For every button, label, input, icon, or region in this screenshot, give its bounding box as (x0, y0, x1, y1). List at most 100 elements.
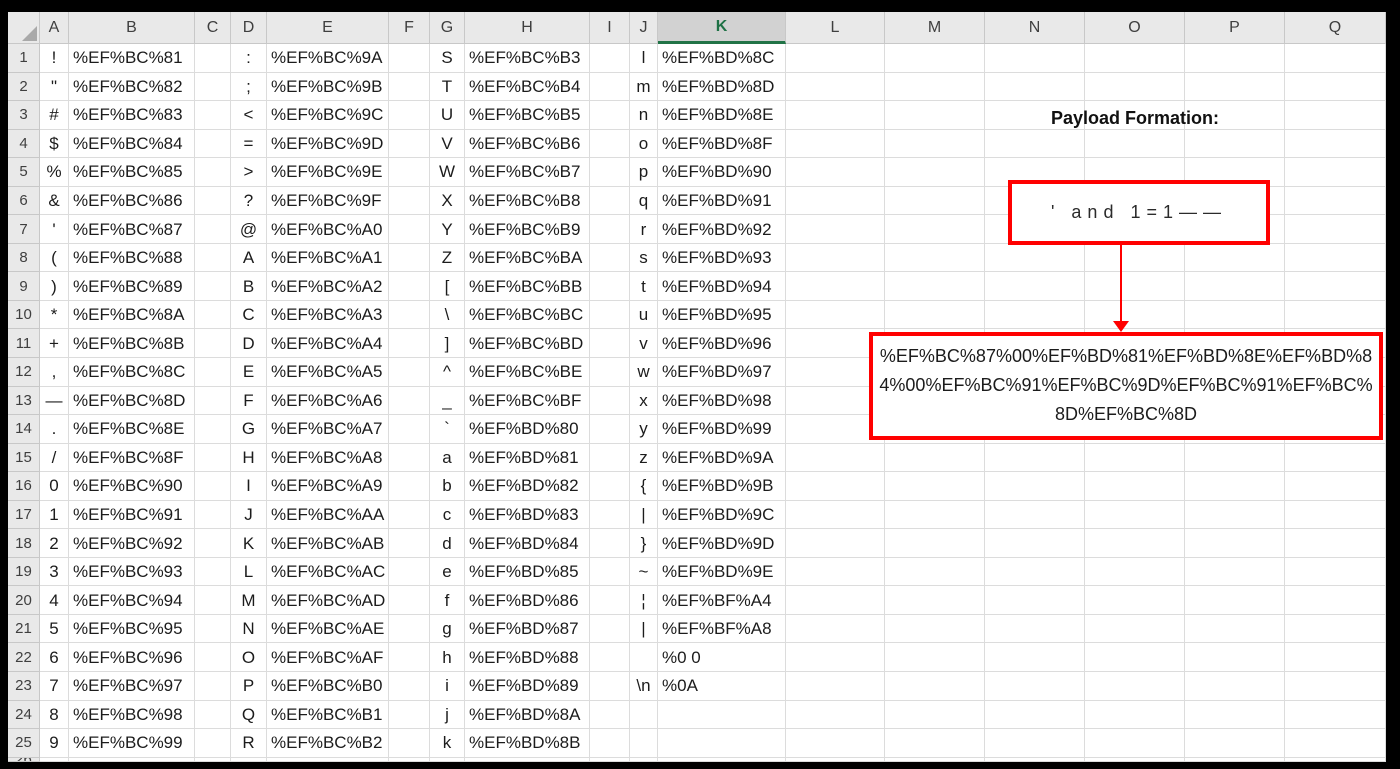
cell-Q16[interactable] (1285, 472, 1386, 501)
cell-F23[interactable] (389, 672, 430, 701)
cell-G25[interactable]: k (430, 729, 465, 758)
cell-K16[interactable]: %EF%BD%9B (658, 472, 786, 501)
cell-H2[interactable]: %EF%BC%B4 (465, 72, 590, 102)
cell-O18[interactable] (1085, 529, 1185, 558)
cell-I3[interactable] (590, 101, 630, 130)
cell-I4[interactable] (590, 129, 630, 159)
row-header-26[interactable]: 26 (8, 757, 40, 762)
cell-C24[interactable] (195, 700, 231, 730)
cell-C6[interactable] (195, 186, 231, 216)
cell-M18[interactable] (885, 529, 985, 558)
cell-B26[interactable] (69, 757, 195, 762)
cell-F25[interactable] (389, 729, 430, 758)
cell-B13[interactable]: %EF%BC%8D (69, 386, 195, 416)
cell-B19[interactable]: %EF%BC%93 (69, 557, 195, 587)
cell-B15[interactable]: %EF%BC%8F (69, 443, 195, 473)
cell-J15[interactable]: z (630, 443, 658, 473)
cell-E3[interactable]: %EF%BC%9C (267, 101, 389, 130)
cell-E15[interactable]: %EF%BC%A8 (267, 443, 389, 473)
cell-P25[interactable] (1185, 729, 1285, 758)
row-header-22[interactable]: 22 (8, 643, 40, 673)
cell-Q21[interactable] (1285, 614, 1386, 644)
cell-D14[interactable]: G (231, 415, 267, 444)
cell-B12[interactable]: %EF%BC%8C (69, 358, 195, 387)
cell-K21[interactable]: %EF%BF%A8 (658, 614, 786, 644)
row-header-6[interactable]: 6 (8, 186, 40, 216)
cell-O1[interactable] (1085, 44, 1185, 73)
cell-P18[interactable] (1185, 529, 1285, 558)
cell-L1[interactable] (786, 44, 885, 73)
cell-E7[interactable]: %EF%BC%A0 (267, 215, 389, 244)
cell-L20[interactable] (786, 586, 885, 615)
cell-D8[interactable]: A (231, 243, 267, 273)
row-header-11[interactable]: 11 (8, 329, 40, 359)
column-header-D[interactable]: D (231, 12, 267, 44)
cell-J22[interactable] (630, 643, 658, 673)
cell-B25[interactable]: %EF%BC%99 (69, 729, 195, 758)
cell-D4[interactable]: = (231, 129, 267, 159)
cell-O17[interactable] (1085, 500, 1185, 530)
cell-L10[interactable] (786, 300, 885, 330)
cell-J10[interactable]: u (630, 300, 658, 330)
cell-M20[interactable] (885, 586, 985, 615)
cell-N2[interactable] (985, 72, 1085, 102)
cell-M19[interactable] (885, 557, 985, 587)
row-header-7[interactable]: 7 (8, 215, 40, 244)
cell-L6[interactable] (786, 186, 885, 216)
cell-I7[interactable] (590, 215, 630, 244)
cell-D11[interactable]: D (231, 329, 267, 359)
cell-C10[interactable] (195, 300, 231, 330)
cell-O24[interactable] (1085, 700, 1185, 730)
cell-M25[interactable] (885, 729, 985, 758)
cell-N4[interactable] (985, 129, 1085, 159)
cell-G7[interactable]: Y (430, 215, 465, 244)
cell-E2[interactable]: %EF%BC%9B (267, 72, 389, 102)
cell-H20[interactable]: %EF%BD%86 (465, 586, 590, 615)
cell-B6[interactable]: %EF%BC%86 (69, 186, 195, 216)
cell-C18[interactable] (195, 529, 231, 558)
cell-M4[interactable] (885, 129, 985, 159)
cell-I21[interactable] (590, 614, 630, 644)
cell-P17[interactable] (1185, 500, 1285, 530)
cell-I12[interactable] (590, 358, 630, 387)
cell-J12[interactable]: w (630, 358, 658, 387)
cell-K17[interactable]: %EF%BD%9C (658, 500, 786, 530)
cell-B3[interactable]: %EF%BC%83 (69, 101, 195, 130)
cell-F17[interactable] (389, 500, 430, 530)
cell-B21[interactable]: %EF%BC%95 (69, 614, 195, 644)
cell-C14[interactable] (195, 415, 231, 444)
cell-B16[interactable]: %EF%BC%90 (69, 472, 195, 501)
cell-H1[interactable]: %EF%BC%B3 (465, 44, 590, 73)
cell-D15[interactable]: H (231, 443, 267, 473)
cell-M9[interactable] (885, 272, 985, 301)
cell-F19[interactable] (389, 557, 430, 587)
row-header-23[interactable]: 23 (8, 672, 40, 701)
cell-L17[interactable] (786, 500, 885, 530)
cell-A7[interactable]: ' (40, 215, 69, 244)
cell-I24[interactable] (590, 700, 630, 730)
cell-F18[interactable] (389, 529, 430, 558)
cell-I1[interactable] (590, 44, 630, 73)
row-header-5[interactable]: 5 (8, 158, 40, 187)
cell-M15[interactable] (885, 443, 985, 473)
cell-E9[interactable]: %EF%BC%A2 (267, 272, 389, 301)
cell-C17[interactable] (195, 500, 231, 530)
cell-G14[interactable]: ` (430, 415, 465, 444)
cell-M10[interactable] (885, 300, 985, 330)
column-header-A[interactable]: A (40, 12, 69, 44)
cell-E26[interactable] (267, 757, 389, 762)
cell-N1[interactable] (985, 44, 1085, 73)
cell-L18[interactable] (786, 529, 885, 558)
row-header-24[interactable]: 24 (8, 700, 40, 730)
column-header-G[interactable]: G (430, 12, 465, 44)
cell-J19[interactable]: ~ (630, 557, 658, 587)
cell-A16[interactable]: 0 (40, 472, 69, 501)
cell-E11[interactable]: %EF%BC%A4 (267, 329, 389, 359)
cell-L23[interactable] (786, 672, 885, 701)
cell-Q24[interactable] (1285, 700, 1386, 730)
cell-M2[interactable] (885, 72, 985, 102)
cell-N25[interactable] (985, 729, 1085, 758)
cell-L5[interactable] (786, 158, 885, 187)
select-all-corner[interactable] (8, 12, 40, 44)
cell-E12[interactable]: %EF%BC%A5 (267, 358, 389, 387)
